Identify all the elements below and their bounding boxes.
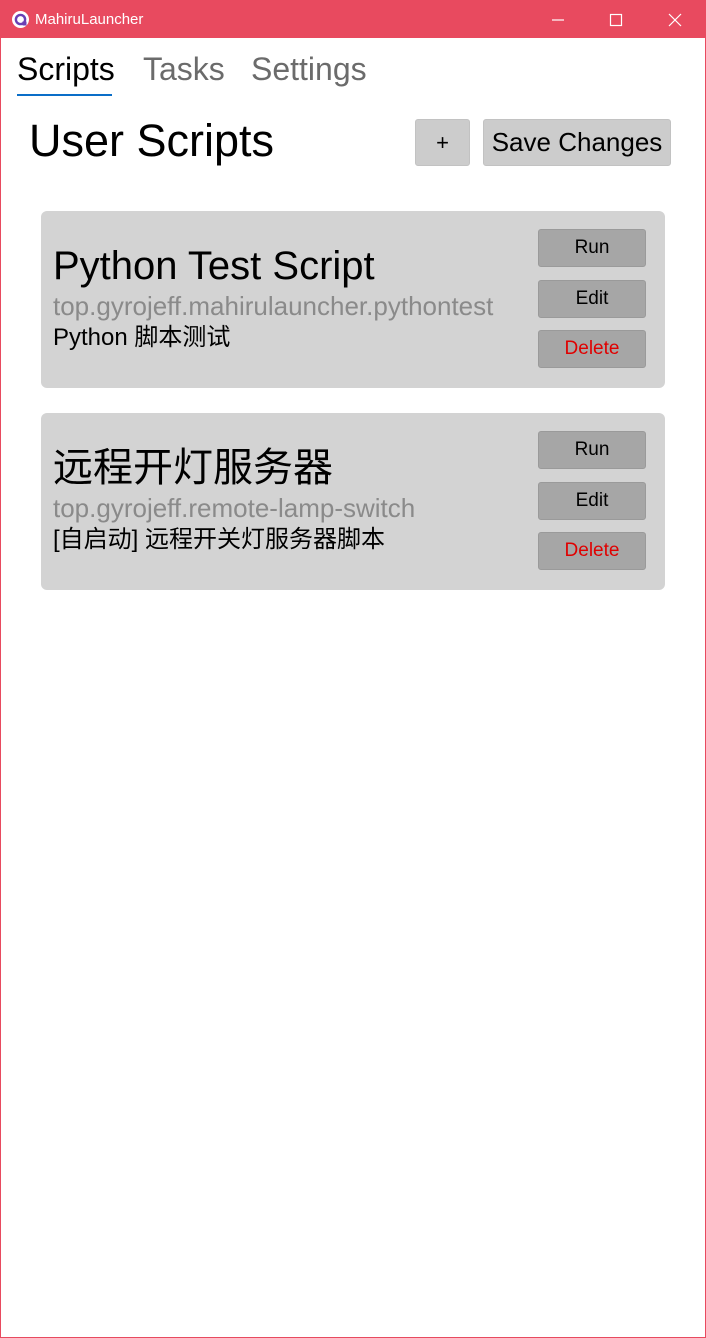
add-script-button[interactable]: + — [415, 119, 470, 166]
window-title: MahiruLauncher — [35, 11, 144, 28]
script-name: Python Test Script — [53, 244, 375, 288]
tab-scripts[interactable]: Scripts — [17, 49, 115, 89]
minimize-icon — [552, 19, 564, 21]
maximize-icon — [609, 13, 623, 27]
script-name: 远程开灯服务器 — [53, 446, 333, 490]
app-window: MahiruLauncher Scripts Tasks Settings Us… — [0, 0, 706, 1338]
close-button[interactable] — [646, 1, 704, 38]
run-button[interactable]: Run — [538, 431, 646, 469]
tab-tasks[interactable]: Tasks — [143, 49, 225, 89]
edit-button[interactable]: Edit — [538, 482, 646, 520]
script-description: Python 脚本测试 — [53, 324, 231, 351]
script-card: Python Test Script top.gyrojeff.mahirula… — [41, 211, 665, 388]
active-tab-indicator — [17, 94, 112, 96]
tab-settings[interactable]: Settings — [251, 49, 367, 89]
save-changes-button[interactable]: Save Changes — [483, 119, 671, 166]
run-button[interactable]: Run — [538, 229, 646, 267]
title-bar[interactable]: MahiruLauncher — [1, 1, 705, 38]
script-card: 远程开灯服务器 top.gyrojeff.remote-lamp-switch … — [41, 413, 665, 590]
page-title: User Scripts — [29, 115, 275, 166]
delete-button[interactable]: Delete — [538, 532, 646, 570]
minimize-button[interactable] — [529, 1, 587, 38]
maximize-button[interactable] — [587, 1, 645, 38]
script-description: [自启动] 远程开关灯服务器脚本 — [53, 526, 386, 553]
app-logo-icon — [12, 11, 29, 28]
edit-button[interactable]: Edit — [538, 280, 646, 318]
close-icon — [668, 13, 682, 27]
script-id: top.gyrojeff.remote-lamp-switch — [53, 493, 416, 523]
delete-button[interactable]: Delete — [538, 330, 646, 368]
script-id: top.gyrojeff.mahirulauncher.pythontest — [53, 291, 494, 321]
